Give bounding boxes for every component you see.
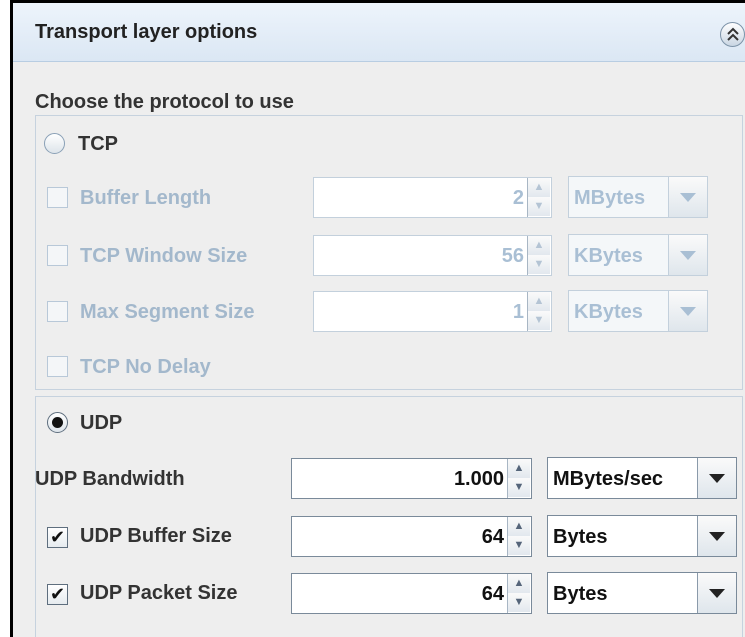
udp-buffer-size-unit-select[interactable]: Bytes — [547, 515, 737, 557]
spinner-down-icon[interactable]: ▼ — [528, 311, 550, 330]
radio-selected-dot — [52, 417, 63, 428]
max-segment-size-unit-value: KBytes — [574, 301, 643, 323]
tcp-window-size-value: 56 — [501, 245, 524, 267]
buffer-length-value: 2 — [512, 187, 524, 209]
dropdown-arrow-icon[interactable] — [668, 235, 707, 275]
udp-packet-size-checkbox[interactable]: ✔ — [47, 584, 68, 605]
dropdown-arrow-icon[interactable] — [668, 291, 707, 331]
tcp-window-size-unit-select[interactable]: KBytes — [568, 234, 708, 276]
spinner-up-icon[interactable]: ▲ — [508, 574, 530, 594]
dropdown-arrow-icon[interactable] — [668, 177, 707, 217]
buffer-length-spinner[interactable]: 2 ▲ ▼ — [313, 177, 552, 218]
check-mark-icon: ✔ — [49, 584, 66, 604]
udp-packet-size-value: 64 — [481, 583, 504, 605]
tcp-window-size-checkbox[interactable] — [47, 245, 68, 266]
tcp-window-size-unit-value: KBytes — [574, 245, 643, 267]
tcp-window-size-spin-buttons: ▲ ▼ — [527, 236, 551, 275]
spinner-up-icon[interactable]: ▲ — [508, 459, 530, 479]
max-segment-size-label: Max Segment Size — [80, 301, 255, 323]
udp-packet-size-spinner[interactable]: 64 ▲ ▼ — [291, 573, 532, 614]
dropdown-arrow-icon[interactable] — [697, 458, 736, 498]
tcp-window-size-spinner[interactable]: 56 ▲ ▼ — [313, 235, 552, 276]
udp-bandwidth-label: UDP Bandwidth — [35, 468, 185, 490]
buffer-length-spin-buttons: ▲ ▼ — [527, 178, 551, 217]
udp-buffer-size-spin-buttons: ▲ ▼ — [507, 517, 531, 556]
buffer-length-checkbox[interactable] — [47, 187, 68, 208]
udp-radio[interactable] — [47, 412, 68, 433]
check-mark-icon: ✔ — [49, 527, 66, 547]
udp-buffer-size-label: UDP Buffer Size — [80, 525, 232, 547]
protocol-section-label: Choose the protocol to use — [35, 91, 294, 113]
spinner-down-icon[interactable]: ▼ — [528, 255, 550, 274]
max-segment-size-checkbox[interactable] — [47, 301, 68, 322]
spinner-down-icon[interactable]: ▼ — [528, 197, 550, 216]
spinner-down-icon[interactable]: ▼ — [508, 478, 530, 497]
spinner-up-icon[interactable]: ▲ — [528, 178, 550, 198]
collapse-button[interactable] — [720, 22, 745, 47]
udp-buffer-size-value: 64 — [481, 526, 504, 548]
buffer-length-unit-value: MBytes — [574, 187, 646, 209]
tcp-window-size-label: TCP Window Size — [80, 245, 248, 267]
udp-bandwidth-spin-buttons: ▲ ▼ — [507, 459, 531, 498]
spinner-down-icon[interactable]: ▼ — [508, 536, 530, 555]
spinner-down-icon[interactable]: ▼ — [508, 593, 530, 612]
max-segment-size-spinner[interactable]: 1 ▲ ▼ — [313, 291, 552, 332]
dropdown-arrow-icon[interactable] — [697, 573, 736, 613]
udp-packet-size-spin-buttons: ▲ ▼ — [507, 574, 531, 613]
tcp-radio-label: TCP — [78, 133, 118, 155]
tcp-radio[interactable] — [44, 133, 65, 154]
udp-packet-size-unit-select[interactable]: Bytes — [547, 572, 737, 614]
double-chevron-up-icon — [727, 27, 739, 41]
max-segment-size-unit-select[interactable]: KBytes — [568, 290, 708, 332]
udp-buffer-size-spinner[interactable]: 64 ▲ ▼ — [291, 516, 532, 557]
udp-bandwidth-unit-select[interactable]: MBytes/sec — [547, 457, 737, 499]
spinner-up-icon[interactable]: ▲ — [528, 292, 550, 312]
udp-bandwidth-spinner[interactable]: 1.000 ▲ ▼ — [291, 458, 532, 499]
dropdown-arrow-icon[interactable] — [697, 516, 736, 556]
udp-buffer-size-unit-value: Bytes — [553, 526, 608, 548]
max-segment-size-spin-buttons: ▲ ▼ — [527, 292, 551, 331]
panel-title: Transport layer options — [35, 21, 258, 43]
buffer-length-label: Buffer Length — [80, 187, 212, 209]
max-segment-size-value: 1 — [512, 301, 524, 323]
tcp-no-delay-checkbox[interactable] — [47, 356, 68, 377]
panel-header[interactable]: Transport layer options — [13, 3, 745, 62]
udp-packet-size-unit-value: Bytes — [553, 583, 608, 605]
udp-packet-size-label: UDP Packet Size — [80, 582, 238, 604]
udp-bandwidth-value: 1.000 — [453, 468, 504, 490]
spinner-up-icon[interactable]: ▲ — [528, 236, 550, 256]
tcp-no-delay-label: TCP No Delay — [80, 356, 211, 378]
udp-bandwidth-unit-value: MBytes/sec — [553, 468, 664, 490]
udp-buffer-size-checkbox[interactable]: ✔ — [47, 527, 68, 548]
udp-radio-label: UDP — [80, 412, 123, 434]
buffer-length-unit-select[interactable]: MBytes — [568, 176, 708, 218]
spinner-up-icon[interactable]: ▲ — [508, 517, 530, 537]
